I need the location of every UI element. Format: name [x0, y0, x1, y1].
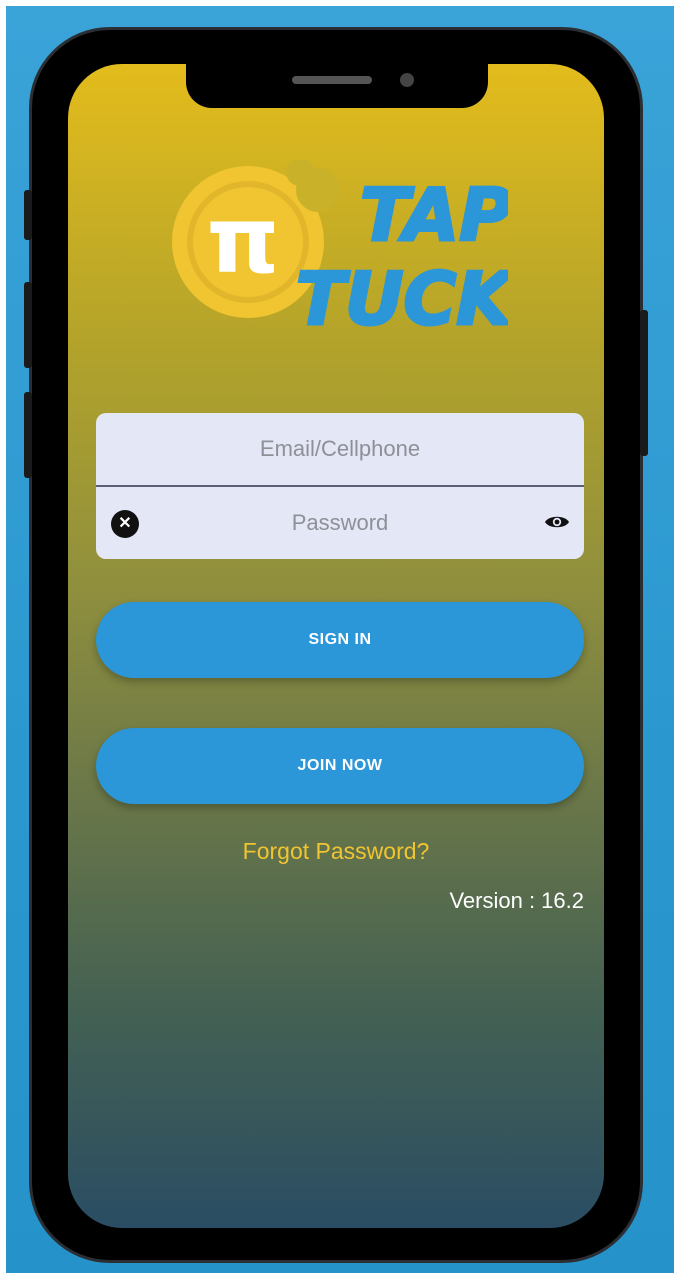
logo-text-tuck: TUCK [296, 257, 508, 340]
logo-pi-symbol: π [207, 187, 280, 294]
front-camera [400, 73, 414, 87]
login-form: Email/Cellphone ✕ Password [96, 413, 584, 559]
password-placeholder: Password [291, 510, 389, 535]
logo-text-tap: TAP [360, 173, 508, 257]
taptuck-logo: π TAP TUCK [172, 160, 508, 340]
app-screen: π TAP TUCK Email/Cellphone ✕ Password SI… [68, 64, 604, 1228]
phone-power-button [640, 310, 648, 456]
phone-silent-switch [24, 190, 32, 240]
phone-notch [186, 64, 488, 108]
email-placeholder: Email/Cellphone [259, 436, 421, 461]
version-label: Version : 16.2 [449, 888, 584, 913]
phone-volume-down [24, 392, 32, 478]
phone-volume-up [24, 282, 32, 368]
email-field[interactable]: Email/Cellphone [96, 413, 584, 487]
forgot-password-link[interactable]: Forgot Password? [68, 838, 604, 865]
eye-icon[interactable] [544, 512, 570, 532]
join-now-button[interactable]: JOIN NOW [96, 728, 584, 804]
password-field[interactable]: ✕ Password [96, 487, 584, 559]
speaker-grille [292, 76, 372, 84]
sign-in-button[interactable]: SIGN IN [96, 602, 584, 678]
